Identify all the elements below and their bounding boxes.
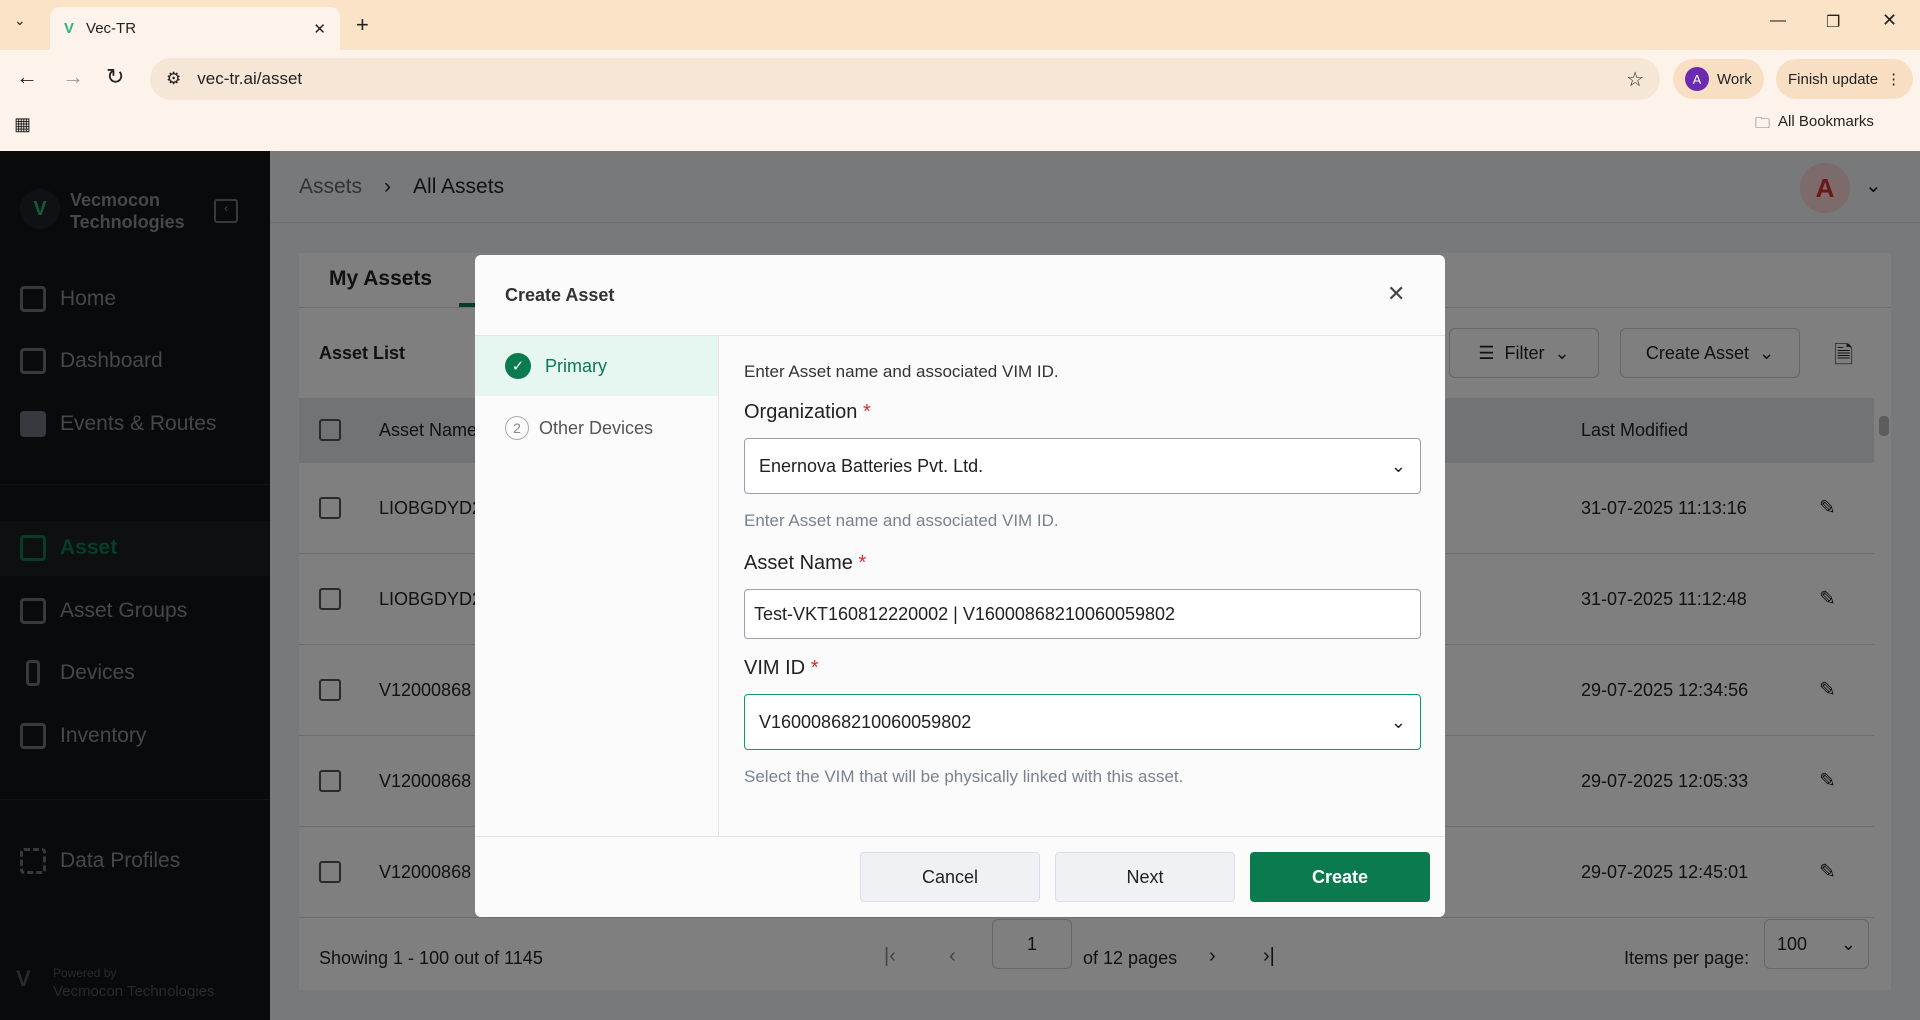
more-vert-icon: ⋮ (1886, 70, 1901, 88)
url-text: vec-tr.ai/asset (197, 69, 1610, 89)
new-tab-icon[interactable]: + (356, 12, 369, 38)
organization-label: Organization (744, 401, 857, 423)
next-button[interactable]: Next (1055, 852, 1235, 902)
apps-icon[interactable]: ▦ (14, 114, 31, 135)
tab-title: Vec-TR (86, 20, 301, 37)
asset-name-label: Asset Name (744, 552, 853, 574)
asset-name-value: Test-VKT160812220002 | V1600086821006005… (754, 604, 1175, 625)
step-other-devices[interactable]: 2 Other Devices (505, 416, 653, 440)
vue-logo-icon: V (64, 20, 74, 37)
reload-icon[interactable]: ↻ (106, 64, 124, 90)
vim-id-select[interactable]: V16000868210060059802 ⌄ (744, 694, 1421, 750)
required-mark: * (863, 401, 871, 423)
bookmarks-label: All Bookmarks (1778, 113, 1874, 138)
url-bar[interactable]: ⚙ vec-tr.ai/asset ☆ (150, 58, 1660, 100)
back-icon[interactable]: ← (16, 64, 38, 90)
divider (718, 336, 719, 836)
required-mark: * (859, 552, 867, 574)
restore-icon[interactable]: ❐ (1826, 12, 1840, 32)
vim-help: Select the VIM that will be physically l… (744, 767, 1183, 787)
close-window-icon[interactable]: ✕ (1882, 10, 1897, 31)
vim-id-label: VIM ID (744, 657, 805, 679)
forward-icon[interactable]: → (62, 64, 84, 90)
organization-select[interactable]: Enernova Batteries Pvt. Ltd. ⌄ (744, 438, 1421, 494)
update-label: Finish update (1788, 71, 1878, 88)
step-primary[interactable]: ✓ Primary (475, 336, 718, 396)
asset-name-input[interactable]: Test-VKT160812220002 | V1600086821006005… (744, 589, 1421, 639)
tab-search-icon[interactable]: ⌄ (14, 12, 26, 29)
chevron-down-icon: ⌄ (1391, 456, 1406, 477)
step-label: Other Devices (539, 418, 653, 439)
intro-text: Enter Asset name and associated VIM ID. (744, 362, 1059, 382)
minimize-icon[interactable]: — (1770, 12, 1786, 30)
browser-tab[interactable]: V Vec-TR ✕ (50, 7, 340, 50)
finish-update-button[interactable]: Finish update ⋮ (1776, 59, 1913, 99)
all-bookmarks[interactable]: 🗀 All Bookmarks (1755, 113, 1874, 138)
divider (475, 836, 1445, 837)
organization-value: Enernova Batteries Pvt. Ltd. (759, 456, 983, 477)
profile-button[interactable]: A Work (1673, 59, 1764, 99)
profile-label: Work (1717, 71, 1752, 88)
required-mark: * (811, 657, 819, 679)
step-label: Primary (545, 356, 607, 377)
vim-id-value: V16000868210060059802 (759, 712, 971, 733)
bookmark-star-icon[interactable]: ☆ (1626, 67, 1644, 92)
browser-tab-bar: ⌄ V Vec-TR ✕ + — ❐ ✕ (0, 0, 1920, 50)
folder-icon: 🗀 (1755, 113, 1770, 138)
chevron-down-icon: ⌄ (1391, 712, 1406, 733)
asset-name-help: Enter Asset name and associated VIM ID. (744, 511, 1059, 531)
create-asset-modal: Create Asset ✕ ✓ Primary 2 Other Devices… (475, 255, 1445, 917)
create-button[interactable]: Create (1250, 852, 1430, 902)
step-number: 2 (505, 416, 529, 440)
cancel-button[interactable]: Cancel (860, 852, 1040, 902)
site-info-icon[interactable]: ⚙ (166, 69, 181, 89)
profile-avatar: A (1685, 67, 1709, 91)
modal-title: Create Asset (505, 285, 614, 306)
close-tab-icon[interactable]: ✕ (313, 20, 326, 38)
check-circle-icon: ✓ (505, 353, 531, 379)
close-modal-icon[interactable]: ✕ (1387, 281, 1405, 307)
